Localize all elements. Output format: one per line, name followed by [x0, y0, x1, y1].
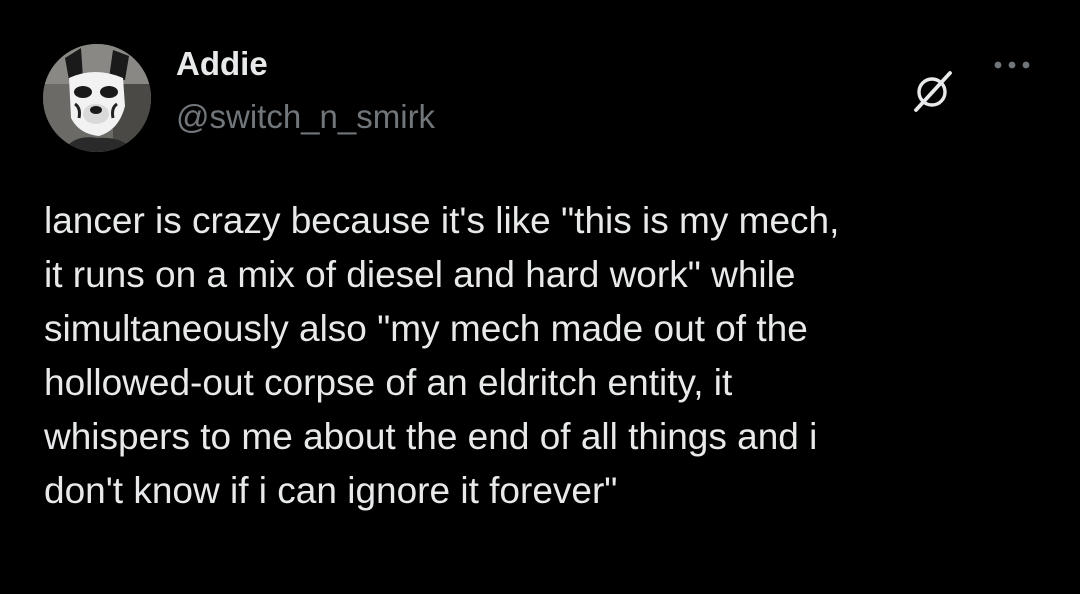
tweet-card: Addie @switch_n_smirk lancer is crazy be… [0, 0, 1080, 594]
author-handle[interactable]: @switch_n_smirk [176, 97, 435, 137]
avatar-image [43, 44, 151, 152]
tweet-text: lancer is crazy because it's like "this … [44, 200, 840, 511]
grok-icon[interactable] [912, 70, 954, 112]
avatar[interactable] [43, 44, 151, 152]
more-horizontal-icon[interactable] [990, 52, 1034, 78]
author-display-name[interactable]: Addie [176, 44, 268, 84]
